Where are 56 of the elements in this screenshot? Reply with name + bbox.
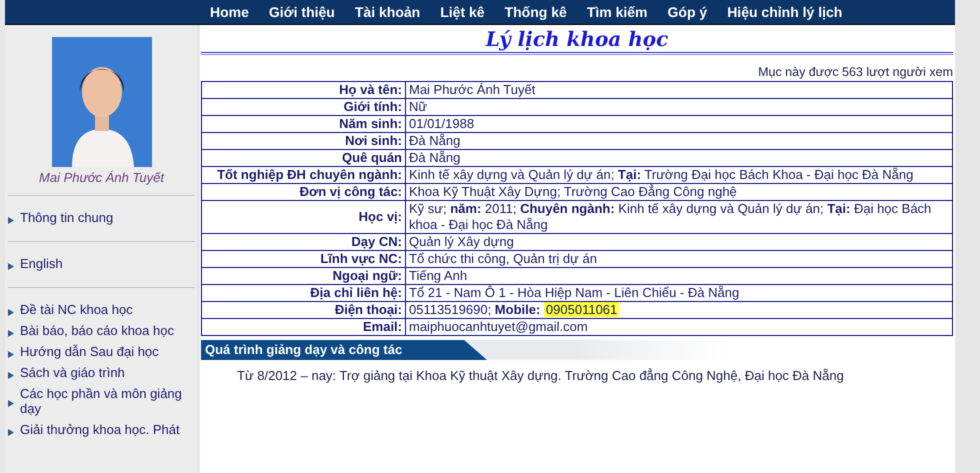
arrow-icon: [8, 308, 14, 316]
field-value: 05113519690; Mobile: 0905011061: [406, 302, 952, 318]
arrow-icon: [8, 330, 14, 336]
field-label: Lĩnh vực NC:: [202, 250, 406, 268]
field-value: Đà Nẵng: [406, 132, 952, 150]
sidebar-link[interactable]: Các học phần và môn giảng dạy: [8, 386, 195, 416]
field-value: Quản lý Xây dựng: [406, 234, 952, 250]
field-label: Họ và tên:: [202, 82, 406, 98]
field-label: Năm sinh:: [202, 116, 406, 132]
arrow-icon: [8, 400, 14, 407]
field-label: Ngoại ngữ:: [202, 268, 406, 284]
nav-link[interactable]: Tài khoản: [354, 4, 420, 20]
sidebar-link[interactable]: Hướng dẫn Sau đại học: [8, 344, 195, 359]
nav-link[interactable]: Giới thiệu: [268, 4, 335, 20]
field-value: maiphuocanhtuyet@gmail.com: [406, 318, 952, 336]
field-value: Kinh tế xây dựng và Quản lý dự án; Tại: Trường Đại học Bách Khoa - Đại học Đà Nẵng: [406, 166, 952, 184]
field-value: Đà Nẵng: [406, 150, 952, 166]
section-text: Từ 8/2012 – nay: Trợ giảng tại Khoa Kỹ thuật Xây dựng. Trường Cao đẳng Công Nghệ, Đại học Đà Nẵng: [237, 368, 845, 383]
nav-link[interactable]: Góp ý: [668, 4, 708, 20]
sidebar-link[interactable]: Bài báo, báo cáo khoa học: [8, 323, 195, 338]
field-label: Điện thoại:: [202, 302, 406, 318]
field-label: Dạy CN:: [202, 234, 406, 250]
arrow-icon: [8, 350, 14, 358]
field-label: Giới tính:: [202, 98, 406, 116]
sidebar-link[interactable]: Đề tài NC khoa học: [8, 302, 195, 317]
field-label: Đơn vị công tác:: [202, 184, 406, 200]
field-value: Tiếng Anh: [406, 268, 952, 284]
arrow-icon: [8, 262, 14, 270]
arrow-icon: [8, 216, 14, 224]
field-value: Khoa Kỹ Thuật Xây Dựng; Trường Cao Đẳng Công nghệ: [406, 184, 952, 200]
field-label: Học vị:: [202, 200, 406, 234]
sidebar-link[interactable]: Sách và giáo trình: [8, 365, 195, 380]
field-value: Kỹ sư; năm: 2011; Chuyên ngành: Kinh tế xây dựng và Quản lý dự án; Tại: Đại học Bách khoa - Đại học Đà Nẵng: [406, 200, 952, 234]
view-count: Mục này được 563 lượt người xem: [757, 65, 953, 79]
nav-link[interactable]: Home: [210, 4, 249, 20]
field-label: Nơi sinh:: [202, 132, 406, 150]
sidebar-link[interactable]: Thông tin chung: [8, 210, 195, 225]
field-label: Địa chỉ liên hệ:: [202, 284, 406, 302]
nav-link[interactable]: Tìm kiếm: [586, 4, 648, 20]
nav-link[interactable]: Hiệu chỉnh lý lịch: [727, 4, 842, 20]
profile-name: Mai Phước Ánh Tuyết: [38, 170, 166, 185]
page-title: Lý lịch khoa học: [484, 26, 670, 52]
field-label: Email:: [202, 318, 406, 336]
field-label: Quê quán: [202, 150, 406, 166]
field-value: Nữ: [406, 98, 952, 116]
field-value: Tổ chức thi công, Quản trị dự án: [406, 250, 952, 268]
field-value: Tổ 21 - Nam Ô 1 - Hòa Hiệp Nam - Liên Chiểu - Đà Nẵng: [406, 284, 952, 302]
arrow-icon: [8, 372, 14, 378]
sidebar-link[interactable]: English: [8, 256, 195, 271]
field-value: Mai Phước Ánh Tuyết: [406, 82, 952, 98]
arrow-icon: [8, 428, 14, 436]
nav-link[interactable]: Thống kê: [504, 4, 567, 20]
nav-link[interactable]: Liệt kê: [440, 4, 485, 20]
sidebar-link[interactable]: Giải thưởng khoa học. Phát: [8, 422, 195, 437]
field-value: 01/01/1988: [406, 116, 952, 132]
field-label: Tốt nghiệp ĐH chuyên ngành:: [202, 166, 406, 184]
